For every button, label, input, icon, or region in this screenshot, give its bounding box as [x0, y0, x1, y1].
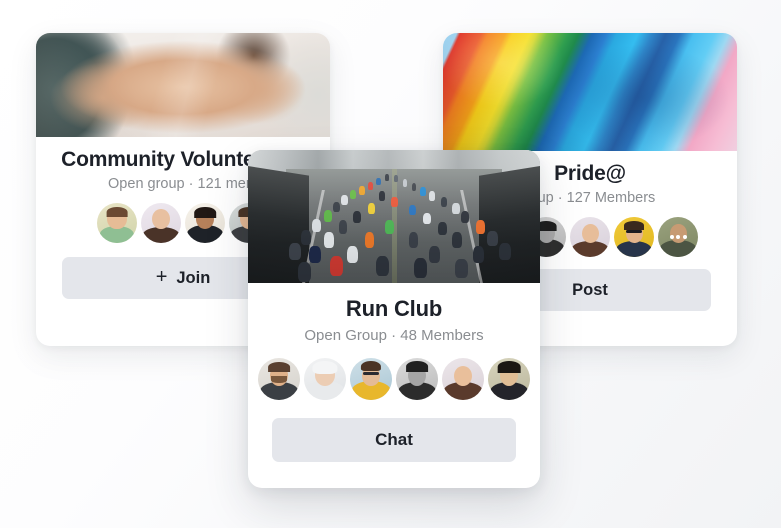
join-button-label: Join — [176, 268, 211, 287]
chat-button-label: Chat — [375, 430, 413, 449]
group-title: Run Club — [345, 296, 443, 321]
member-avatar-3[interactable] — [570, 217, 610, 257]
group-card-run-club[interactable]: Run Club Open Group · 48 Members Chat — [248, 150, 540, 488]
member-avatar-list — [258, 358, 530, 400]
group-cover-photo-community-volunteering — [36, 33, 330, 137]
group-cards-stage: Community Volunteering Open group · 121 … — [0, 0, 781, 528]
more-members-icon — [658, 217, 698, 257]
member-avatar-1[interactable] — [258, 358, 300, 400]
member-avatar-6[interactable] — [488, 358, 530, 400]
member-avatar-5[interactable] — [442, 358, 484, 400]
plus-icon: + — [155, 266, 168, 288]
group-card-body: Run Club Open Group · 48 Members Chat — [248, 283, 540, 476]
member-avatar-4[interactable] — [396, 358, 438, 400]
member-avatar-2[interactable] — [304, 358, 346, 400]
member-avatar-4[interactable] — [614, 217, 654, 257]
post-button-label: Post — [572, 280, 608, 299]
member-avatar-3[interactable] — [350, 358, 392, 400]
member-avatar-3[interactable] — [185, 203, 225, 243]
group-meta: Open Group · 48 Members — [304, 327, 484, 344]
group-cover-photo-pride — [443, 33, 737, 151]
member-avatar-2[interactable] — [141, 203, 181, 243]
chat-button[interactable]: Chat — [272, 418, 516, 462]
member-avatar-more[interactable] — [658, 217, 698, 257]
runners-crowd — [248, 150, 540, 283]
group-action-wrap: Chat — [266, 418, 522, 462]
group-cover-photo-run-club — [248, 150, 540, 283]
member-avatar-1[interactable] — [97, 203, 137, 243]
